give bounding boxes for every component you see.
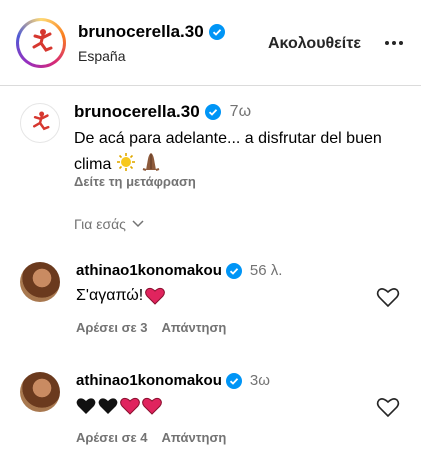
- comment-text-row: Σ'αγαπώ!: [76, 287, 166, 305]
- chevron-down-icon: [132, 220, 144, 228]
- verified-badge-icon: [225, 262, 242, 279]
- more-options-icon[interactable]: [385, 35, 411, 51]
- heart-outline-icon[interactable]: [376, 396, 400, 418]
- comment-actions: Αρέσει σε 4 Απάντηση: [76, 430, 226, 445]
- red-heart-icon: [120, 397, 140, 415]
- caption-timestamp: 7ω: [229, 103, 252, 120]
- post-header: brunocerella.30 España Ακολουθείτε: [0, 0, 421, 86]
- jumpman-logo-icon: [19, 21, 63, 65]
- red-heart-icon: [145, 287, 166, 305]
- comment-item: athinao1konomakou 3ω Αρέσει σε 4 Απάντησ…: [0, 372, 421, 462]
- commenter-row: athinao1konomakou 56 λ.: [76, 262, 282, 279]
- verified-badge-icon: [208, 24, 225, 40]
- commenter-username[interactable]: athinao1konomakou: [76, 372, 222, 389]
- commenter-row: athinao1konomakou 3ω: [76, 372, 270, 389]
- verified-badge-icon: [204, 104, 221, 120]
- red-heart-icon: [142, 397, 162, 415]
- comment-timestamp: 56 λ.: [249, 262, 283, 279]
- sun-icon: [116, 153, 135, 171]
- commenter-avatar[interactable]: [20, 372, 60, 412]
- caption-avatar[interactable]: [20, 103, 60, 143]
- reply-link[interactable]: Απάντηση: [162, 430, 227, 445]
- jumpman-logo-icon: [33, 111, 50, 131]
- comment-item: athinao1konomakou 56 λ. Σ'αγαπώ! Αρέσει …: [0, 262, 421, 352]
- praying-hands-icon: [142, 153, 160, 171]
- commenter-username[interactable]: athinao1konomakou: [76, 262, 222, 279]
- caption-username[interactable]: brunocerella.30: [74, 102, 200, 122]
- following-button[interactable]: Ακολουθείτε: [268, 35, 361, 53]
- caption-username-row: brunocerella.30 7ω: [74, 102, 251, 122]
- comment-actions: Αρέσει σε 3 Απάντηση: [76, 320, 226, 335]
- comment-text: Σ'αγαπώ!: [76, 287, 144, 304]
- black-heart-icon: [98, 398, 118, 414]
- commenter-avatar[interactable]: [20, 262, 60, 302]
- likes-count-link[interactable]: Αρέσει σε 3: [76, 320, 148, 335]
- comment-text-row: [76, 397, 162, 415]
- header-username[interactable]: brunocerella.30: [78, 22, 204, 42]
- filter-label: Για εσάς: [74, 216, 126, 232]
- comment-timestamp: 3ω: [249, 372, 270, 389]
- black-heart-icon: [76, 398, 96, 414]
- caption-text-block: De acá para adelante... a disfrutar del …: [74, 128, 404, 176]
- profile-avatar[interactable]: [16, 18, 66, 68]
- verified-badge-icon: [225, 372, 242, 389]
- comments-filter-dropdown[interactable]: Για εσάς: [74, 216, 144, 232]
- location-link[interactable]: España: [78, 48, 125, 64]
- see-translation-link[interactable]: Δείτε τη μετάφραση: [74, 174, 196, 189]
- header-username-row: brunocerella.30: [78, 22, 225, 42]
- reply-link[interactable]: Απάντηση: [162, 320, 227, 335]
- heart-outline-icon[interactable]: [376, 286, 400, 308]
- likes-count-link[interactable]: Αρέσει σε 4: [76, 430, 148, 445]
